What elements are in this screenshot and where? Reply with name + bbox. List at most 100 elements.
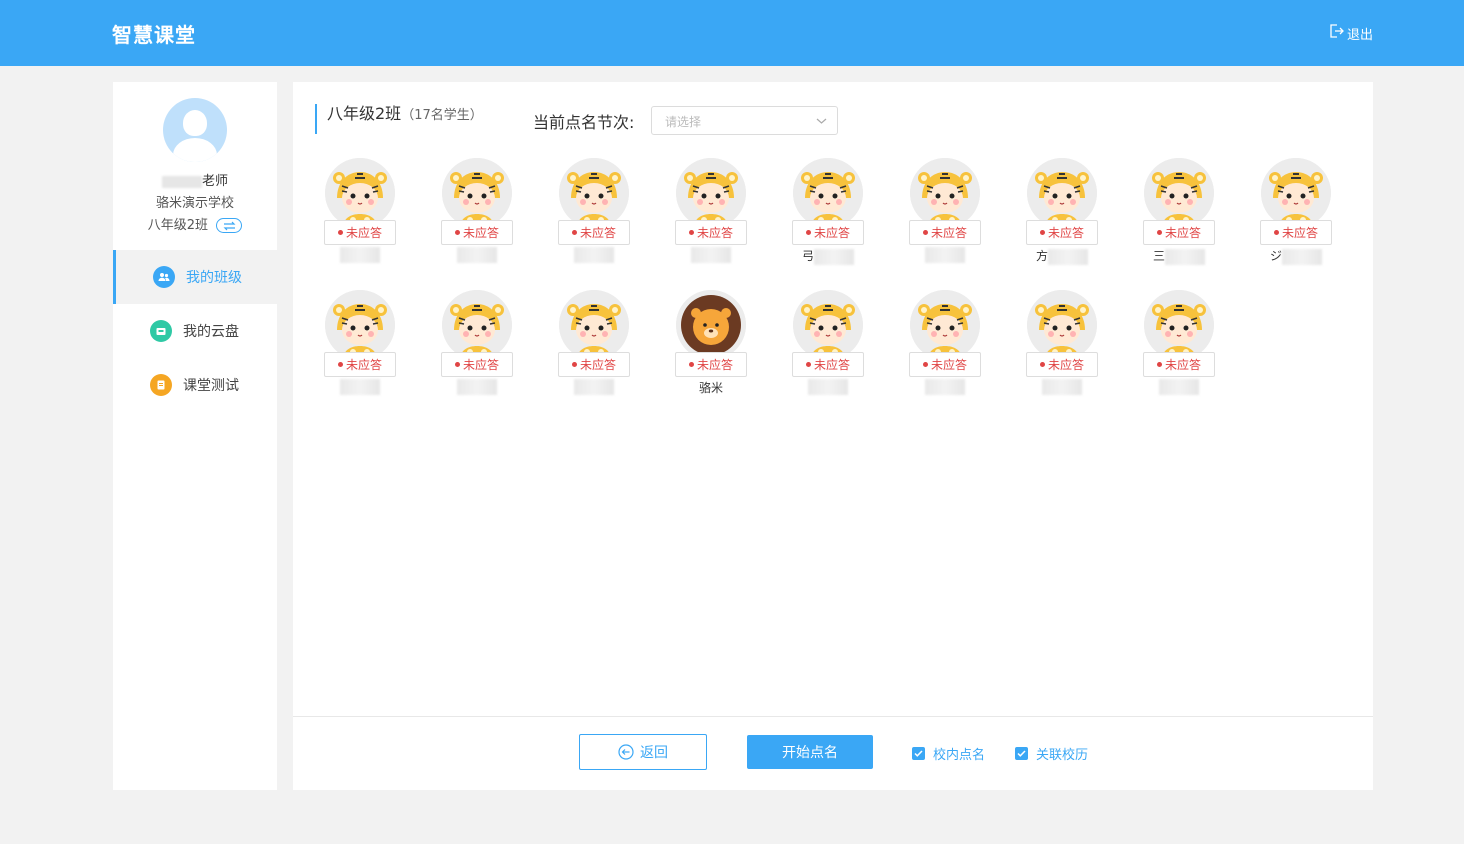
status-dot-icon <box>1039 362 1045 367</box>
cloud-drive-icon <box>150 320 172 342</box>
logout-label: 退出 <box>1347 27 1374 43</box>
student-name-text: 三 <box>1152 249 1165 263</box>
status-badge: 未应答 <box>792 352 864 377</box>
student-card[interactable]: 未应答ジ <box>1256 158 1336 278</box>
student-card[interactable]: 未应答 <box>554 158 634 278</box>
student-name: 骆米 <box>671 379 751 396</box>
sidebar: 老师 骆米演示学校 八年级2班 我的班级 我的云盘 课堂测试 <box>113 82 277 790</box>
teacher-name-redacted <box>161 175 202 188</box>
student-card[interactable]: 未应答 <box>554 290 634 410</box>
status-label: 未应答 <box>1164 358 1201 372</box>
student-name <box>437 379 517 395</box>
status-badge: 未应答 <box>909 352 981 377</box>
status-label: 未应答 <box>345 226 382 240</box>
student-name-text: 方 <box>1035 249 1048 263</box>
student-name-redacted <box>1165 248 1205 265</box>
switch-class-button[interactable] <box>216 218 243 233</box>
student-name-redacted <box>814 248 854 265</box>
checkbox-label: 校内点名 <box>933 748 986 763</box>
status-label: 未应答 <box>579 358 616 372</box>
tiger-avatar <box>676 158 746 228</box>
tiger-avatar <box>910 158 980 228</box>
status-dot-icon <box>805 230 811 235</box>
logout-icon <box>1328 23 1344 43</box>
student-card[interactable]: 未应答 <box>1022 290 1102 410</box>
tiger-avatar <box>793 158 863 228</box>
tiger-avatar <box>1261 158 1331 228</box>
back-button[interactable]: 返回 <box>579 734 707 770</box>
student-name <box>1022 379 1102 395</box>
logout-button[interactable]: 退出 <box>1328 23 1373 43</box>
student-count: （17名学生） <box>401 108 483 123</box>
student-card[interactable]: 未应答弓 <box>788 158 868 278</box>
sidebar-item-cloud-drive[interactable]: 我的云盘 <box>113 304 277 358</box>
student-name-redacted <box>925 247 965 263</box>
session-label: 当前点名节次: <box>533 113 635 132</box>
status-dot-icon <box>571 362 577 367</box>
status-dot-icon <box>1156 362 1162 367</box>
status-dot-icon <box>922 230 928 235</box>
sidebar-item-class-test[interactable]: 课堂测试 <box>113 358 277 412</box>
status-label: 未应答 <box>1281 226 1318 240</box>
student-card[interactable]: 未应答三 <box>1139 158 1219 278</box>
student-name-redacted <box>457 247 497 263</box>
student-name-redacted <box>1159 379 1199 395</box>
back-label: 返回 <box>640 745 668 761</box>
student-card[interactable]: 未应答 <box>437 290 517 410</box>
back-arrow-icon <box>618 744 634 760</box>
status-dot-icon <box>688 230 694 235</box>
start-rollcall-button[interactable]: 开始点名 <box>747 735 873 769</box>
tiger-avatar <box>442 290 512 360</box>
status-label: 未应答 <box>1164 226 1201 240</box>
app-title: 智慧课堂 <box>112 23 196 47</box>
status-dot-icon <box>337 362 343 367</box>
student-name-redacted <box>340 379 380 395</box>
student-name-redacted <box>925 379 965 395</box>
checkbox-checked-icon <box>1015 747 1028 760</box>
student-name <box>320 247 400 263</box>
school-rollcall-checkbox[interactable]: 校内点名 <box>912 744 985 763</box>
student-name <box>554 379 634 395</box>
tiger-avatar <box>559 158 629 228</box>
tiger-avatar <box>325 158 395 228</box>
student-name-redacted <box>808 379 848 395</box>
status-badge: 未应答 <box>1026 352 1098 377</box>
student-card[interactable]: 未应答 <box>320 290 400 410</box>
student-card[interactable]: 未应答 <box>320 158 400 278</box>
student-card[interactable]: 未应答 <box>671 158 751 278</box>
sidebar-item-label: 课堂测试 <box>183 378 239 394</box>
session-select[interactable]: 请选择 <box>651 106 838 135</box>
status-badge: 未应答 <box>675 352 747 377</box>
student-card[interactable]: 未应答 骆米 <box>671 290 751 410</box>
student-card[interactable]: 未应答 <box>1139 290 1219 410</box>
student-card[interactable]: 未应答 <box>905 290 985 410</box>
status-label: 未应答 <box>813 226 850 240</box>
student-name: ジ <box>1256 247 1336 265</box>
status-badge: 未应答 <box>1260 220 1332 245</box>
tiger-avatar <box>442 158 512 228</box>
tiger-avatar <box>1027 290 1097 360</box>
student-card[interactable]: 未应答 <box>905 158 985 278</box>
status-badge: 未应答 <box>324 352 396 377</box>
link-calendar-checkbox[interactable]: 关联校历 <box>1015 744 1088 763</box>
status-dot-icon <box>337 230 343 235</box>
divider <box>293 716 1373 717</box>
student-name <box>554 247 634 263</box>
status-label: 未应答 <box>930 358 967 372</box>
teacher-name: 老师 <box>113 170 277 189</box>
current-class: 八年级2班 <box>113 214 277 233</box>
student-card[interactable]: 未应答 <box>437 158 517 278</box>
student-name: 方 <box>1022 247 1102 265</box>
checkbox-checked-icon <box>912 747 925 760</box>
student-card[interactable]: 未应答方 <box>1022 158 1102 278</box>
teacher-avatar <box>163 98 227 162</box>
status-dot-icon <box>1273 230 1279 235</box>
student-name: 弓 <box>788 247 868 265</box>
sidebar-item-my-class[interactable]: 我的班级 <box>113 250 277 304</box>
users-icon <box>153 266 175 288</box>
top-bar: 智慧课堂 退出 <box>0 0 1464 66</box>
checkbox-label: 关联校历 <box>1036 748 1089 763</box>
tiger-avatar <box>559 290 629 360</box>
student-card[interactable]: 未应答 <box>788 290 868 410</box>
sidebar-item-label: 我的云盘 <box>183 324 239 340</box>
